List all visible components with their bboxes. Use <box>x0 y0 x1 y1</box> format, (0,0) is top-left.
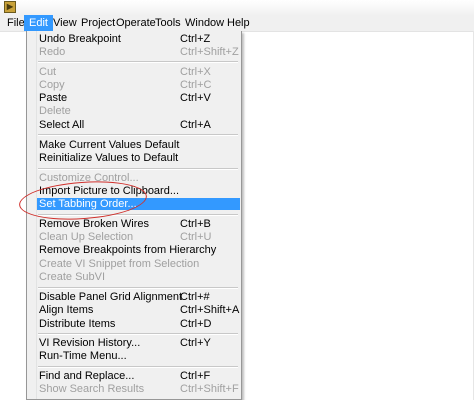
menu-item-create-vi-snippet[interactable]: Create VI Snippet from Selection <box>37 258 240 270</box>
menu-item-import-picture[interactable]: Import Picture to Clipboard... <box>37 185 240 197</box>
menu-item-set-tabbing-order[interactable]: Set Tabbing Order... <box>37 198 240 210</box>
menu-item-select-all[interactable]: Select All Ctrl+A <box>37 119 240 131</box>
menu-item-redo[interactable]: Redo Ctrl+Shift+Z <box>37 46 240 58</box>
menu-item-run-time-menu[interactable]: Run-Time Menu... <box>37 350 240 362</box>
menu-item-delete[interactable]: Delete <box>37 105 240 117</box>
menu-item-make-current-values-default[interactable]: Make Current Values Default <box>37 139 240 151</box>
menu-separator <box>38 168 238 170</box>
menu-separator <box>38 134 238 136</box>
menu-item-cut[interactable]: Cut Ctrl+X <box>37 66 240 78</box>
menu-item-vi-revision-history[interactable]: VI Revision History... Ctrl+Y <box>37 337 240 349</box>
menu-separator <box>38 61 238 63</box>
menu-item-show-search-results[interactable]: Show Search Results Ctrl+Shift+F <box>37 383 240 395</box>
labview-app-icon[interactable]: ▶ <box>4 1 16 13</box>
menu-item-undo-breakpoint[interactable]: Undo Breakpoint Ctrl+Z <box>37 33 240 45</box>
menu-item-find-and-replace[interactable]: Find and Replace... Ctrl+F <box>37 370 240 382</box>
menu-help[interactable]: Help <box>222 15 255 31</box>
menu-item-align-items[interactable]: Align Items Ctrl+Shift+A <box>37 304 240 316</box>
menu-item-customize-control[interactable]: Customize Control... <box>37 172 240 184</box>
edit-menu-dropdown: Undo Breakpoint Ctrl+Z Redo Ctrl+Shift+Z C… <box>26 31 242 400</box>
menu-separator <box>38 366 238 368</box>
menu-separator <box>38 287 238 289</box>
menu-item-clean-up-selection[interactable]: Clean Up Selection Ctrl+U <box>37 231 240 243</box>
menu-item-remove-breakpoints[interactable]: Remove Breakpoints from Hierarchy <box>37 244 240 256</box>
menu-item-distribute-items[interactable]: Distribute Items Ctrl+D <box>37 318 240 330</box>
menu-item-reinitialize-values[interactable]: Reinitialize Values to Default <box>37 152 240 164</box>
menu-bar: File Edit View Project Operate Tools Win… <box>0 15 474 32</box>
menu-icon-gutter <box>27 31 37 399</box>
title-bar: ▶ <box>0 0 474 15</box>
menu-item-disable-panel-grid[interactable]: Disable Panel Grid Alignment Ctrl+# <box>37 291 240 303</box>
menu-separator <box>38 214 238 216</box>
menu-item-copy[interactable]: Copy Ctrl+C <box>37 79 240 91</box>
menu-item-paste[interactable]: Paste Ctrl+V <box>37 92 240 104</box>
menu-item-create-subvi[interactable]: Create SubVI <box>37 271 240 283</box>
menu-item-remove-broken-wires[interactable]: Remove Broken Wires Ctrl+B <box>37 218 240 230</box>
menu-separator <box>38 333 238 335</box>
